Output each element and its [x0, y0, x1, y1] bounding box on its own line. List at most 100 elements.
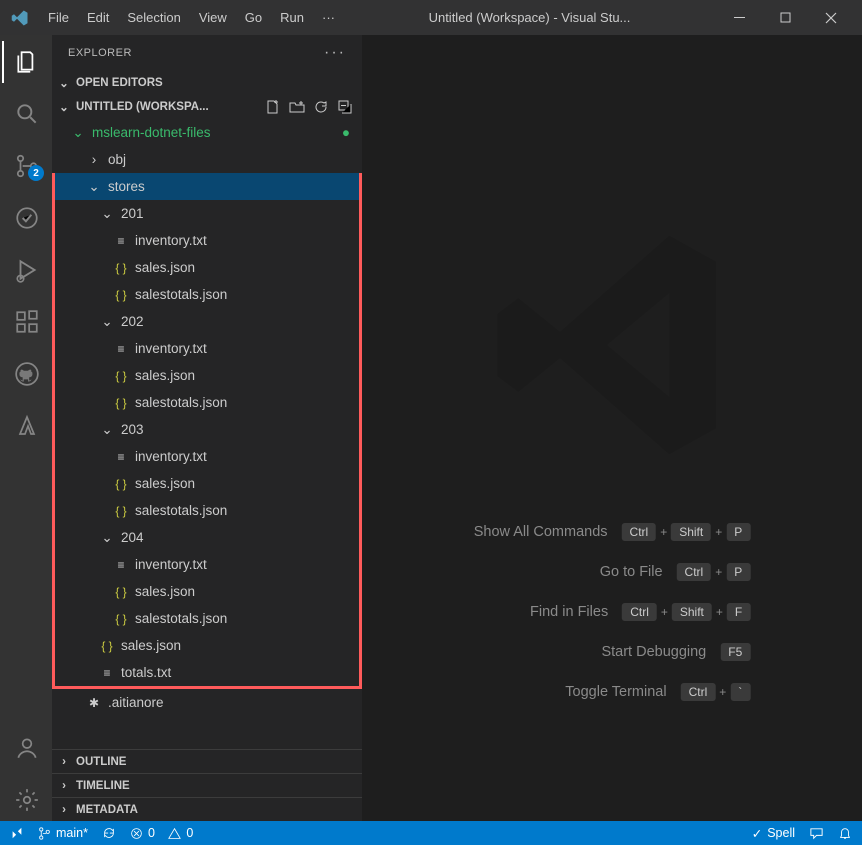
- activity-bar: 2: [0, 35, 52, 821]
- chevron-down-icon: ⌄: [99, 530, 115, 546]
- outline-section[interactable]: › OUTLINE: [52, 749, 362, 773]
- source-control-icon[interactable]: 2: [2, 145, 50, 187]
- tree-folder-root[interactable]: ⌄ mslearn-dotnet-files ●: [52, 119, 362, 146]
- file-label: inventory.txt: [135, 449, 207, 464]
- collapse-all-icon[interactable]: [336, 98, 354, 116]
- tree-file[interactable]: { }sales.json: [55, 470, 359, 497]
- file-label: salestotals.json: [135, 287, 227, 302]
- tree-file[interactable]: ✱ .aitianore: [52, 689, 362, 716]
- key-ctrl: Ctrl: [681, 683, 716, 701]
- menu-file[interactable]: File: [40, 7, 77, 28]
- tree-file[interactable]: ≡inventory.txt: [55, 227, 359, 254]
- tree-file[interactable]: ≡totals.txt: [55, 659, 359, 686]
- close-button[interactable]: [808, 0, 854, 35]
- file-label: .aitianore: [108, 695, 164, 710]
- menu-go[interactable]: Go: [237, 7, 270, 28]
- tree-file[interactable]: { }sales.json: [55, 362, 359, 389]
- json-icon: { }: [113, 612, 129, 626]
- tree-folder[interactable]: ⌄204: [55, 524, 359, 551]
- new-folder-icon[interactable]: [288, 98, 306, 116]
- tree-folder[interactable]: ⌄203: [55, 416, 359, 443]
- menu-overflow[interactable]: ···: [314, 7, 343, 28]
- chevron-right-icon: ›: [56, 804, 72, 816]
- status-sync[interactable]: [102, 826, 116, 840]
- status-problems[interactable]: 0 0: [130, 826, 193, 840]
- file-icon: ✱: [86, 696, 102, 710]
- tree-file[interactable]: ≡inventory.txt: [55, 335, 359, 362]
- file-label: sales.json: [135, 476, 195, 491]
- menu-run[interactable]: Run: [272, 7, 312, 28]
- menu-view[interactable]: View: [191, 7, 235, 28]
- window-controls: [716, 0, 854, 35]
- file-label: sales.json: [135, 584, 195, 599]
- outline-label: OUTLINE: [76, 756, 126, 768]
- workspace-section[interactable]: ⌄ UNTITLED (WORKSPA...: [52, 95, 362, 119]
- spell-label: Spell: [767, 826, 795, 840]
- key-f5: F5: [720, 643, 750, 661]
- tree-file[interactable]: { }sales.json: [55, 578, 359, 605]
- menu-edit[interactable]: Edit: [79, 7, 117, 28]
- folder-label: mslearn-dotnet-files: [92, 125, 211, 140]
- hint-toggle-terminal: Toggle Terminal: [565, 684, 666, 700]
- tree-folder[interactable]: ⌄202: [55, 308, 359, 335]
- status-spell[interactable]: ✓ Spell: [752, 826, 795, 841]
- account-icon[interactable]: [2, 727, 50, 769]
- maximize-button[interactable]: [762, 0, 808, 35]
- branch-label: main*: [56, 826, 88, 840]
- hint-show-all-commands: Show All Commands: [474, 524, 608, 540]
- test-icon[interactable]: [2, 197, 50, 239]
- timeline-label: TIMELINE: [76, 780, 130, 792]
- key-p: P: [726, 563, 750, 581]
- scm-badge: 2: [28, 165, 44, 181]
- refresh-icon[interactable]: [312, 98, 330, 116]
- chevron-down-icon: ⌄: [99, 314, 115, 330]
- extensions-icon[interactable]: [2, 301, 50, 343]
- tree-file[interactable]: { }salestotals.json: [55, 605, 359, 632]
- sidebar: EXPLORER ··· ⌄ OPEN EDITORS ⌄ UNTITLED (…: [52, 35, 362, 821]
- status-remote[interactable]: [10, 826, 24, 840]
- tree-file[interactable]: { }salestotals.json: [55, 497, 359, 524]
- run-debug-icon[interactable]: [2, 249, 50, 291]
- chevron-down-icon: ⌄: [56, 76, 72, 90]
- tree-file[interactable]: { }sales.json: [55, 632, 359, 659]
- tree-folder[interactable]: ⌄201: [55, 200, 359, 227]
- tree-file[interactable]: ≡inventory.txt: [55, 443, 359, 470]
- tree-file[interactable]: ≡inventory.txt: [55, 551, 359, 578]
- chevron-down-icon: ⌄: [99, 206, 115, 222]
- new-file-icon[interactable]: [264, 98, 282, 116]
- explorer-icon[interactable]: [2, 41, 50, 83]
- text-file-icon: ≡: [99, 666, 115, 680]
- hint-find-in-files: Find in Files: [530, 604, 608, 620]
- status-branch[interactable]: main*: [38, 826, 88, 840]
- settings-gear-icon[interactable]: [2, 779, 50, 821]
- status-bell-icon[interactable]: [838, 826, 852, 840]
- vscode-logo-icon: [8, 6, 32, 30]
- key-f: F: [727, 603, 750, 621]
- sidebar-header: EXPLORER ···: [52, 35, 362, 71]
- tree-folder-obj[interactable]: › obj: [52, 146, 362, 173]
- hint-start-debugging: Start Debugging: [601, 644, 706, 660]
- github-icon[interactable]: [2, 353, 50, 395]
- annotation-highlight: ⌄201≡inventory.txt{ }sales.json{ }salest…: [52, 173, 362, 689]
- tree-file[interactable]: { }salestotals.json: [55, 389, 359, 416]
- timeline-section[interactable]: ›TIMELINE: [52, 773, 362, 797]
- minimize-button[interactable]: [716, 0, 762, 35]
- tree-file[interactable]: { }sales.json: [55, 254, 359, 281]
- json-icon: { }: [113, 369, 129, 383]
- json-icon: { }: [113, 288, 129, 302]
- chevron-down-icon: ⌄: [86, 179, 102, 195]
- file-label: inventory.txt: [135, 341, 207, 356]
- workspace-actions: [264, 98, 362, 116]
- tree-file[interactable]: { } salestotals.json: [55, 281, 359, 308]
- chevron-right-icon: ›: [56, 756, 72, 768]
- azure-icon[interactable]: [2, 405, 50, 447]
- status-feedback-icon[interactable]: [809, 826, 824, 841]
- json-icon: { }: [99, 639, 115, 653]
- key-shift: Shift: [671, 523, 711, 541]
- menu-selection[interactable]: Selection: [119, 7, 188, 28]
- explorer-title: EXPLORER: [68, 47, 132, 59]
- open-editors-section[interactable]: ⌄ OPEN EDITORS: [52, 71, 362, 95]
- search-icon[interactable]: [2, 93, 50, 135]
- metadata-section[interactable]: ›METADATA: [52, 797, 362, 821]
- sidebar-more-icon[interactable]: ···: [324, 44, 346, 62]
